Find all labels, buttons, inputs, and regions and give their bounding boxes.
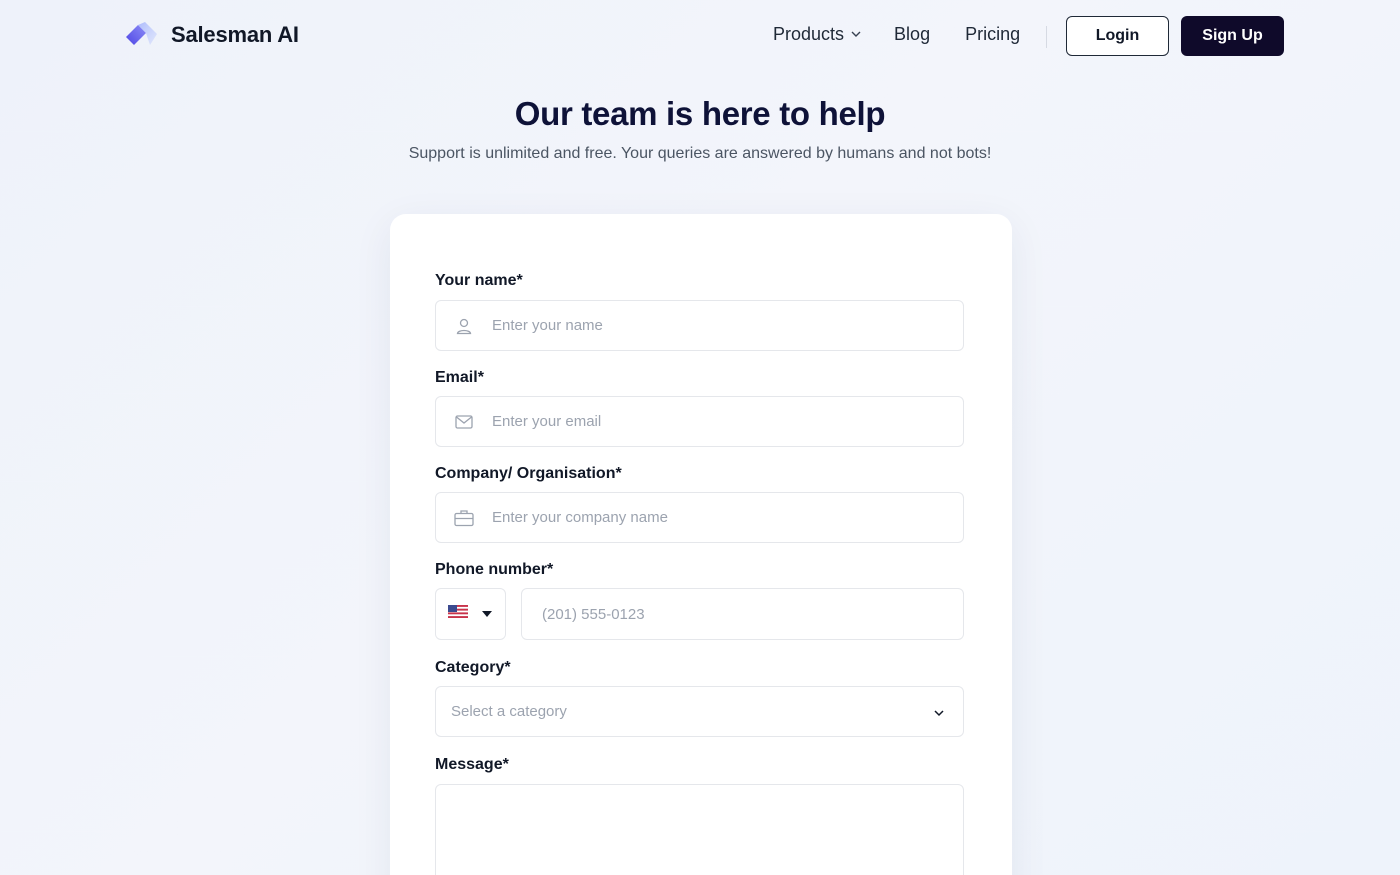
nav-pricing-label: Pricing xyxy=(965,24,1021,44)
nav-blog-label: Blog xyxy=(894,24,931,44)
company-placeholder: Enter your company name xyxy=(492,509,668,526)
nav-divider xyxy=(1046,26,1047,48)
phone-field[interactable]: (201) 555-0123 xyxy=(521,588,964,640)
page-title: Our team is here to help xyxy=(514,95,886,132)
login-button[interactable]: Login xyxy=(1066,16,1169,56)
email-field[interactable]: Enter your email xyxy=(435,396,964,447)
company-field[interactable]: Enter your company name xyxy=(435,492,964,543)
nav-pricing[interactable]: Pricing xyxy=(965,24,1020,45)
message-textarea[interactable] xyxy=(435,784,964,875)
category-placeholder: Select a category xyxy=(451,703,567,720)
email-label: Email* xyxy=(435,369,484,386)
chevron-down-icon xyxy=(850,24,862,45)
page-subtitle: Support is unlimited and free. Your quer… xyxy=(408,145,992,162)
category-select[interactable]: Select a category xyxy=(435,686,964,737)
chevron-down-icon xyxy=(933,706,945,724)
nav-products-label: Products xyxy=(773,24,845,44)
salesman-logo-icon xyxy=(123,20,159,50)
caret-down-icon xyxy=(482,605,492,623)
email-placeholder: Enter your email xyxy=(492,413,602,430)
brand[interactable]: Salesman AI xyxy=(123,20,299,50)
nav-products[interactable]: Products xyxy=(773,24,862,45)
name-field[interactable]: Enter your name xyxy=(435,300,964,351)
message-label: Message* xyxy=(435,756,509,773)
phone-label: Phone number* xyxy=(435,561,554,578)
name-label: Your name* xyxy=(435,272,523,289)
contact-form-card: Your name* Enter your name Email* Enter … xyxy=(390,214,1012,875)
company-label: Company/ Organisation* xyxy=(435,465,622,482)
mail-icon xyxy=(436,414,492,430)
site-header: Salesman AI Products Blog Pricing Login … xyxy=(0,0,1400,72)
nav-blog[interactable]: Blog xyxy=(894,24,930,45)
brand-name: Salesman AI xyxy=(171,22,299,47)
phone-placeholder: (201) 555-0123 xyxy=(542,605,645,623)
name-placeholder: Enter your name xyxy=(492,317,603,334)
country-code-select[interactable] xyxy=(435,588,506,640)
us-flag-icon xyxy=(448,605,468,623)
signup-button[interactable]: Sign Up xyxy=(1181,16,1284,56)
briefcase-icon xyxy=(436,509,492,527)
user-icon xyxy=(436,317,492,335)
main-nav: Products Blog Pricing xyxy=(773,24,1020,45)
category-label: Category* xyxy=(435,659,511,676)
